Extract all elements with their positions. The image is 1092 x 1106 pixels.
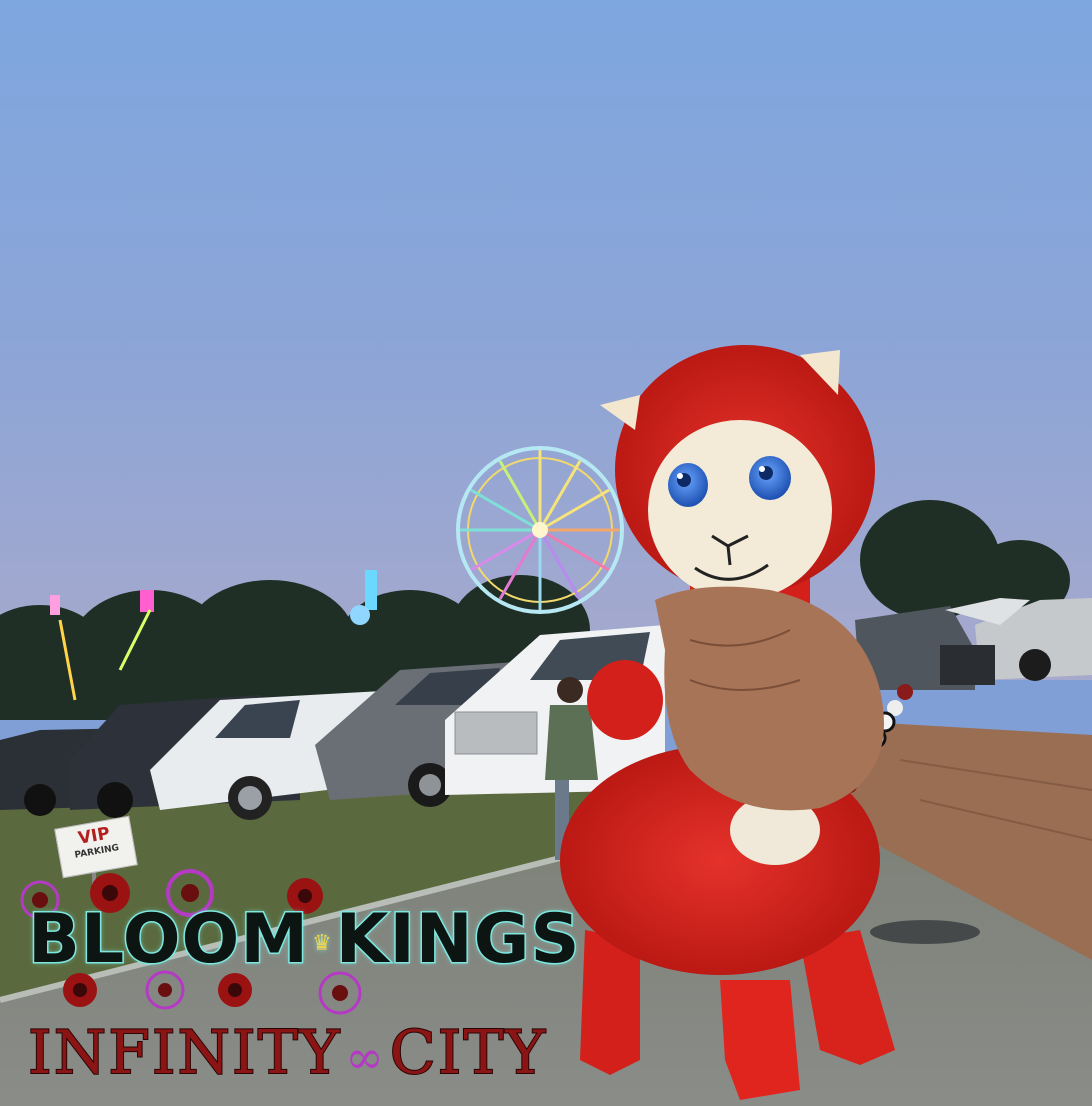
ferris-wheel — [456, 446, 624, 614]
manhole — [870, 920, 980, 944]
watermark-title: BLOOM ♛KINGS — [26, 899, 581, 981]
watermark-subtitle-left: INFINITY — [27, 1017, 342, 1089]
watermark-title-right: KINGS — [334, 899, 581, 981]
watermark-title-left: BLOOM — [26, 899, 310, 981]
watermark-subtitle: INFINITY∞CITY — [27, 1017, 547, 1089]
watermark-subtitle-right: CITY — [389, 1017, 547, 1089]
infinity-glyph: ∞ — [345, 1030, 386, 1084]
crown-glyph: ♛ — [312, 930, 333, 956]
